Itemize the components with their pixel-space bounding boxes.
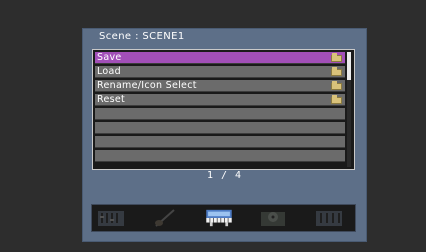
page-indicator: 1 / 4 <box>206 170 243 181</box>
menu-item-label: Rename/Icon Select <box>97 80 197 91</box>
folder-icon <box>331 53 342 62</box>
menu-item-label: Reset <box>97 94 126 105</box>
guitar-icon[interactable] <box>150 208 180 228</box>
mixer-icon[interactable] <box>96 208 126 228</box>
menu-item-rename-icon-select[interactable]: Rename/Icon Select <box>95 80 345 92</box>
scrollbar[interactable] <box>347 52 351 167</box>
menu-item-reset[interactable]: Reset <box>95 94 345 106</box>
folder-icon <box>331 95 342 104</box>
folder-icon <box>331 81 342 90</box>
menu-item-save[interactable]: Save <box>95 52 345 64</box>
turntable-icon[interactable] <box>258 208 288 228</box>
scene-icon-strip <box>91 204 356 232</box>
scene-panel: Scene : SCENE1 Save Load Rename/Icon Sel… <box>82 28 367 242</box>
tv-screen: Scene : SCENE1 Save Load Rename/Icon Sel… <box>0 0 426 252</box>
scene-menu: Save Load Rename/Icon Select Reset <box>92 49 355 170</box>
menu-item-empty <box>95 136 345 148</box>
menu-item-label: Save <box>97 52 122 63</box>
mixer-icon-2[interactable] <box>314 208 344 228</box>
folder-icon <box>331 67 342 76</box>
scroll-thumb[interactable] <box>347 52 351 80</box>
piano-icon[interactable] <box>202 208 236 228</box>
menu-item-empty <box>95 150 345 162</box>
menu-item-empty <box>95 108 345 120</box>
menu-item-load[interactable]: Load <box>95 66 345 78</box>
scene-title: Scene : SCENE1 <box>99 31 185 42</box>
menu-item-label: Load <box>97 66 121 77</box>
menu-item-empty <box>95 122 345 134</box>
